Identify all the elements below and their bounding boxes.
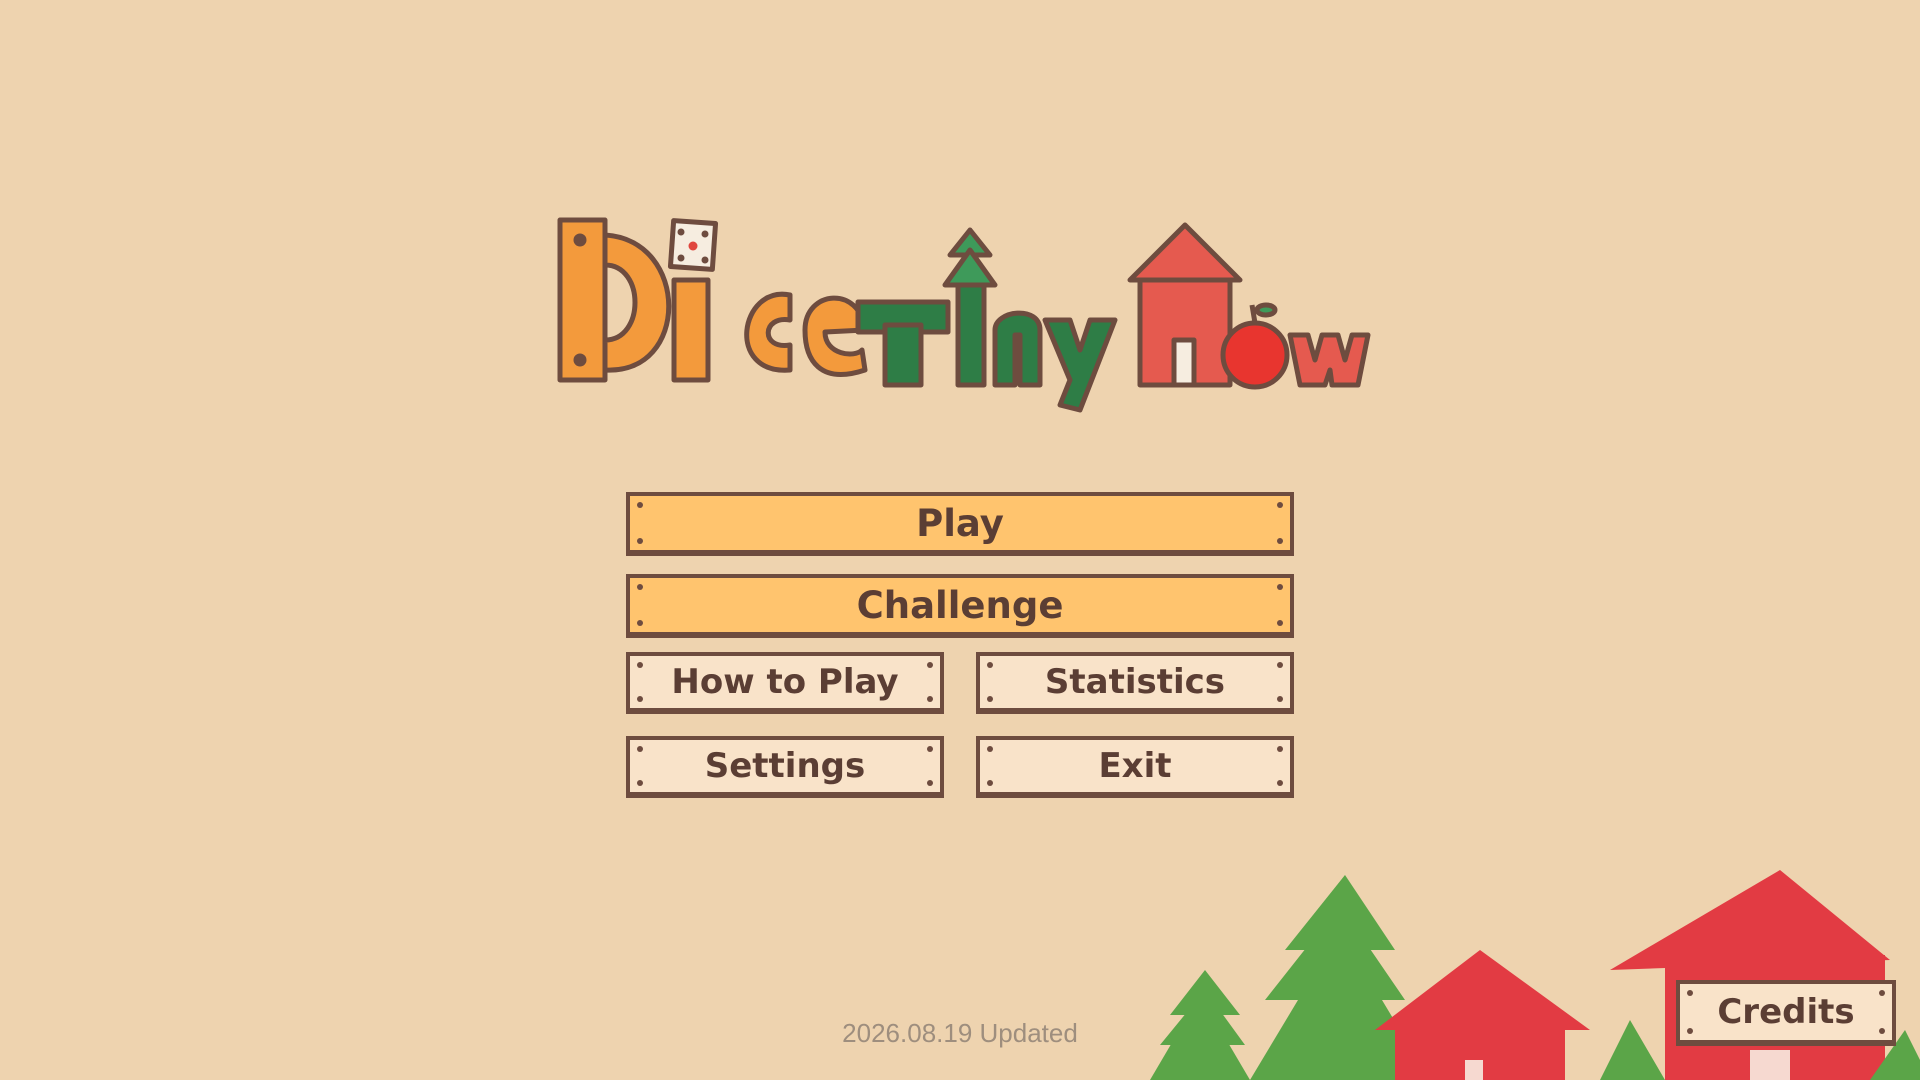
play-button-label: Play — [916, 501, 1004, 545]
logo-letter-y — [1042, 317, 1118, 413]
house-icon — [1610, 870, 1890, 1080]
logo-letter-d — [557, 217, 672, 383]
tree-icon — [1600, 1020, 1665, 1080]
logo-letter-c — [744, 291, 793, 373]
game-logo — [557, 217, 1371, 413]
logo-dice-icon — [667, 218, 719, 272]
statistics-button-label: Statistics — [1044, 662, 1226, 702]
logo-tree-icon — [942, 227, 998, 388]
logo-letter-i — [671, 277, 711, 383]
exit-button-label: Exit — [1098, 746, 1172, 786]
credits-button[interactable]: Credits — [1676, 980, 1896, 1046]
house-icon — [1375, 950, 1590, 1080]
credits-button-label: Credits — [1717, 992, 1855, 1032]
how-to-play-button-label: How to Play — [671, 662, 899, 702]
version-text: 2026.08.19 Updated — [842, 1018, 1078, 1048]
settings-button-label: Settings — [704, 746, 866, 786]
logo-letter-n — [992, 310, 1043, 388]
logo-apple-icon — [1220, 302, 1290, 390]
play-button[interactable]: Play — [626, 492, 1294, 556]
how-to-play-button[interactable]: How to Play — [626, 652, 944, 714]
settings-button[interactable]: Settings — [626, 736, 944, 798]
logo-letter-t — [855, 299, 951, 388]
statistics-button[interactable]: Statistics — [976, 652, 1294, 714]
tree-icon — [1150, 970, 1250, 1080]
logo-letter-w — [1287, 332, 1371, 388]
challenge-button[interactable]: Challenge — [626, 574, 1294, 638]
town-scenery — [1150, 870, 1920, 1080]
exit-button[interactable]: Exit — [976, 736, 1294, 798]
challenge-button-label: Challenge — [856, 583, 1064, 627]
